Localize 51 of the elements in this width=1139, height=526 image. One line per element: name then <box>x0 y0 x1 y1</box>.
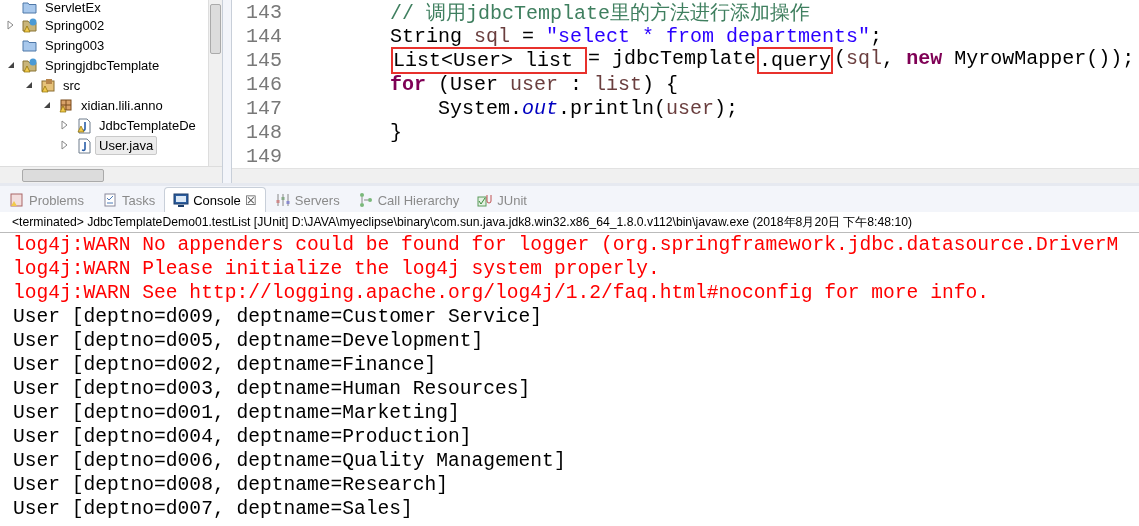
collapsed-arrow-icon[interactable] <box>7 20 15 30</box>
tree-item[interactable]: User.java <box>95 135 158 155</box>
tree-item[interactable]: src <box>59 75 85 95</box>
tree-item[interactable]: ServletEx <box>41 0 105 17</box>
console-line: User [deptno=d008, deptname=Research] <box>13 473 450 497</box>
code-line: } <box>389 120 402 144</box>
line-number: 149 <box>245 144 283 168</box>
tree-item[interactable]: Spring003 <box>41 35 109 55</box>
close-icon[interactable]: ☒ <box>244 192 257 208</box>
console-line: User [deptno=d006, deptname=Quality Management] <box>13 449 567 473</box>
junit-icon <box>477 192 494 208</box>
tasks-icon <box>101 192 118 208</box>
line-number: 147 <box>245 96 283 120</box>
code-line: for (User user : list) { <box>389 72 679 96</box>
expanded-arrow-icon[interactable] <box>7 61 15 69</box>
collapsed-arrow-icon[interactable] <box>61 120 69 130</box>
console-line: log4j:WARN See http://logging.apache.org/log4j/1.2/faq.html#noconfig for more info. <box>13 281 990 305</box>
code-line: // 调用jdbcTemplate里的方法进行添加操作 <box>389 0 811 26</box>
console-line: User [deptno=d002, deptname=Finance] <box>13 353 438 377</box>
tree-item[interactable]: Spring002 <box>41 15 109 35</box>
console-line: User [deptno=d003, deptname=Human Resources] <box>13 377 532 401</box>
line-number: 148 <box>245 120 283 144</box>
code-line: System.out.println(user); <box>437 96 739 120</box>
tree-item[interactable]: JdbcTemplateDe <box>95 115 200 135</box>
line-number: 144 <box>245 24 283 48</box>
line-number: 146 <box>245 72 283 96</box>
console-line: User [deptno=d009, deptname=Customer Service] <box>13 305 544 329</box>
vertical-scrollbar[interactable] <box>208 0 222 166</box>
console-status: <terminated> JdbcTemplateDemo01.testList [JUnit] D:\JAVA\myeclipse\binary\com.sun.java.jdk8.win32.x86_64_1.8.0.v112\bin\javaw.exe (2018年8月20日 下午8:48:10) <box>0 212 1139 233</box>
console-icon <box>173 192 190 208</box>
line-number: 143 <box>245 0 283 24</box>
console-line: User [deptno=d004, deptname=Production] <box>13 425 473 449</box>
view-tab[interactable]: Console ☒ <box>164 187 266 212</box>
expanded-arrow-icon[interactable] <box>25 81 33 89</box>
console-line: log4j:WARN Please initialize the log4j system properly. <box>13 257 661 281</box>
line-number: 145 <box>245 48 283 72</box>
console-line: log4j:WARN No appenders could be found for logger (org.springframework.jdbc.datasource.DriverM <box>13 233 1120 257</box>
tree-item[interactable]: xidian.lili.anno <box>77 95 167 115</box>
hierarchy-icon <box>357 192 374 208</box>
horizontal-scrollbar[interactable] <box>0 166 222 183</box>
tree-item[interactable]: SpringjdbcTemplate <box>41 55 164 75</box>
console-line: User [deptno=d001, deptname=Marketing] <box>13 401 461 425</box>
code-line: List<User> list = jdbcTemplate.query(sql, new MyrowMapper()); <box>390 46 1135 74</box>
servers-icon <box>274 192 291 208</box>
console-line: User [deptno=d005, deptname=Development] <box>13 329 485 353</box>
problems-icon <box>9 192 25 208</box>
console-line: User [deptno=d007, deptname=Sales] <box>13 497 414 521</box>
collapsed-arrow-icon[interactable] <box>61 140 69 150</box>
expanded-arrow-icon[interactable] <box>43 101 51 109</box>
horizontal-scrollbar[interactable] <box>232 168 1139 183</box>
code-line: String sql = "select * from departments"; <box>389 24 883 48</box>
